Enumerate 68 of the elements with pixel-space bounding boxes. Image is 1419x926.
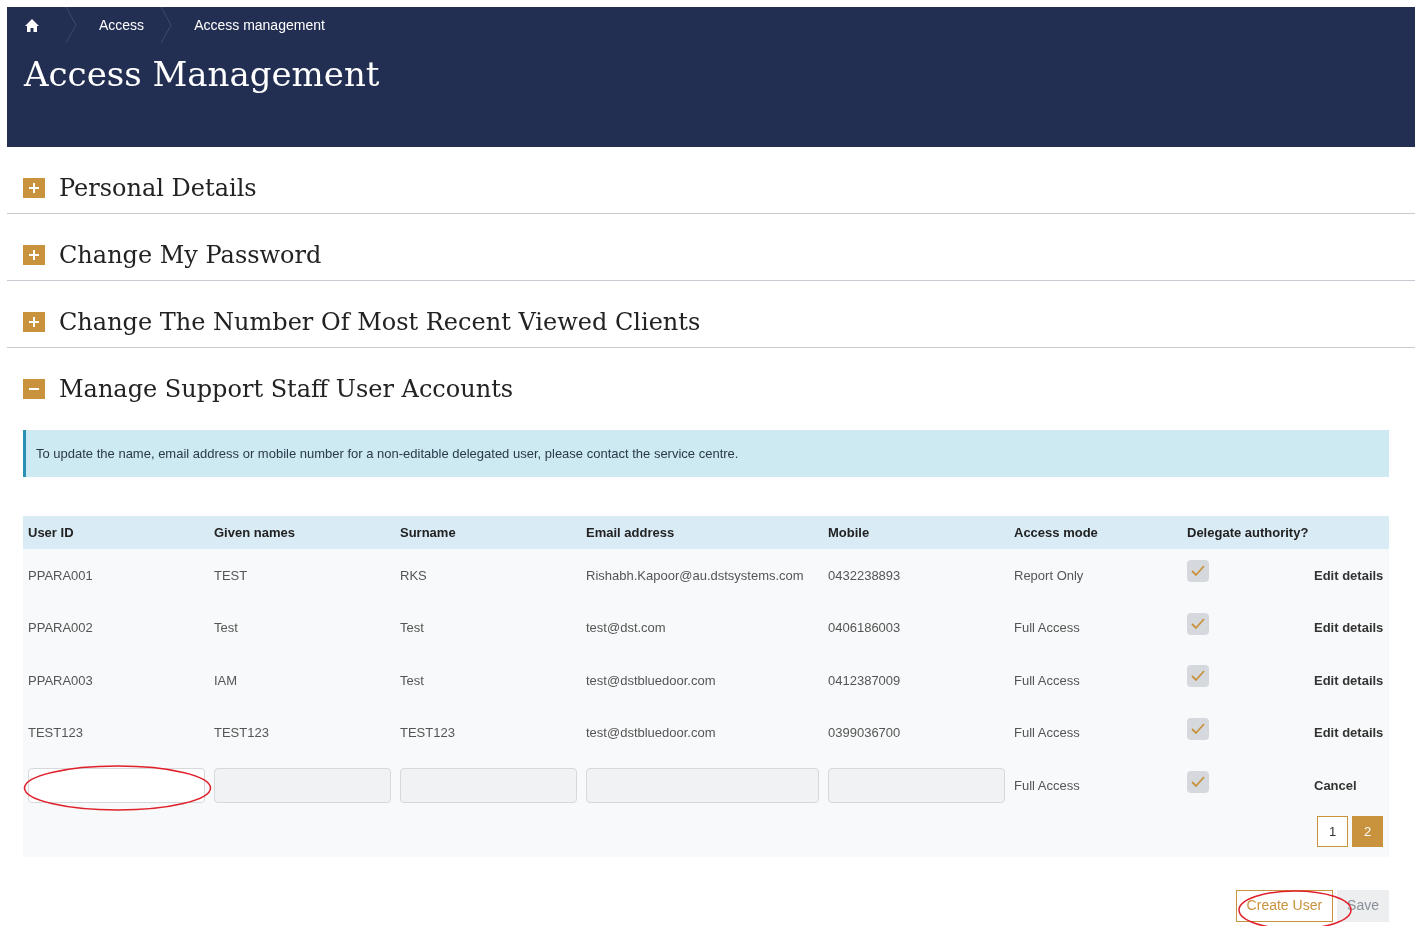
cancel-link[interactable]: Cancel (1314, 775, 1384, 796)
edit-details-link[interactable]: Edit details (1314, 565, 1384, 586)
input-field[interactable] (400, 768, 577, 804)
table-cell-text: test@dstbluedoor.com (586, 724, 717, 743)
table-cell-text: TEST (214, 566, 249, 585)
table-cell-text: Test (400, 619, 425, 638)
checkbox[interactable] (1187, 560, 1209, 583)
edit-details-link[interactable]: Edit details (1314, 670, 1384, 691)
table-cell-text: 0399036700 (828, 724, 902, 743)
table-cell-text: 0432238893 (828, 566, 902, 585)
accordion-header[interactable]: Personal Details (7, 163, 1415, 213)
table-cell-text: Test (400, 671, 425, 690)
table-cell-text: Report Only (1014, 566, 1085, 585)
checkbox[interactable] (1187, 718, 1209, 741)
column-header: Delegate authority? (1187, 523, 1310, 542)
accordion-header[interactable]: Change My Password (7, 230, 1415, 280)
collapse-icon (23, 379, 45, 399)
info-message: To update the name, email address or mobile number for a non-editable delegated user, please contact the service centre. (23, 430, 1389, 477)
table-cell-text: TEST123 (214, 724, 270, 743)
page-title: Access Management (24, 57, 381, 91)
expand-icon (23, 245, 45, 265)
check-icon (1191, 565, 1205, 578)
table-cell-text: 0412387009 (828, 671, 902, 690)
table-cell-text: test@dst.com (586, 619, 667, 638)
column-header: User ID (28, 523, 75, 542)
input-field[interactable] (28, 768, 205, 804)
breadcrumb-link[interactable]: Access (99, 14, 145, 36)
page-button[interactable]: 1 (1317, 815, 1348, 847)
check-icon (1191, 617, 1205, 630)
check-icon (1191, 775, 1205, 788)
column-header: Access mode (1014, 523, 1099, 542)
input-field[interactable] (586, 768, 819, 804)
check-icon (1191, 670, 1205, 683)
table-cell-text: Full Access (1014, 724, 1081, 743)
breadcrumb-link[interactable]: Access management (194, 14, 325, 36)
expand-icon (23, 312, 45, 332)
expand-icon (23, 178, 45, 198)
table-cell-text: IAM (214, 671, 239, 690)
accordion-header[interactable]: Manage Support Staff User Accounts (7, 364, 1415, 414)
checkbox[interactable] (1187, 612, 1209, 635)
table-cell-text: PPARA003 (28, 671, 94, 690)
table-cell-text: Full Access (1014, 619, 1081, 638)
column-header: Mobile (828, 523, 871, 542)
checkbox[interactable] (1187, 665, 1209, 688)
table-cell-text: PPARA002 (28, 619, 94, 638)
column-header: Surname (400, 523, 457, 542)
table-cell-text: PPARA001 (28, 566, 94, 585)
table-cell-text: TEST123 (28, 724, 84, 743)
column-header: Email address (586, 523, 676, 542)
table-cell-text: 0406186003 (828, 619, 902, 638)
table-cell-text: Full Access (1014, 671, 1081, 690)
table-cell-text: test@dstbluedoor.com (586, 671, 717, 690)
table-cell-text: Full Access (1014, 776, 1081, 795)
column-header: Given names (214, 523, 296, 542)
input-field[interactable] (828, 768, 1005, 804)
edit-details-link[interactable]: Edit details (1314, 618, 1384, 638)
accordion-header[interactable]: Change The Number Of Most Recent Viewed Clients (7, 297, 1415, 347)
edit-details-link[interactable]: Edit details (1314, 723, 1384, 743)
breadcrumb-separator-icon (160, 7, 173, 43)
table-cell-text: Rishabh.Kapoor@au.dstsystems.com (586, 566, 805, 585)
table-cell-text: RKS (400, 566, 428, 585)
checkbox[interactable] (1187, 770, 1209, 793)
check-icon (1191, 723, 1205, 736)
table-cell-text: Test (214, 619, 239, 638)
table-cell-text: TEST123 (400, 724, 456, 743)
breadcrumb-separator-icon (65, 7, 77, 43)
input-field[interactable] (214, 768, 391, 804)
home-icon[interactable] (25, 18, 39, 32)
